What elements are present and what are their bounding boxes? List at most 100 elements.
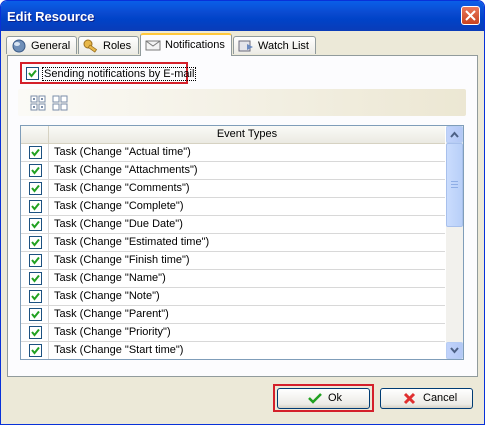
event-type-row[interactable]: Task (Change "Due Date") (21, 216, 445, 234)
event-type-checkbox[interactable] (29, 344, 42, 357)
event-types-grid: Event Types Task (Change "Actual time") T… (20, 125, 464, 360)
event-type-row[interactable]: Task (Change "Note") (21, 288, 445, 306)
grid-toolbar (18, 89, 466, 116)
checkmark-icon (31, 346, 40, 355)
key-icon (83, 39, 98, 53)
grip-line (451, 184, 458, 185)
row-checkbox-cell (21, 288, 49, 305)
event-type-checkbox[interactable] (29, 272, 42, 285)
event-type-label: Task (Change "Start time") (54, 344, 184, 356)
checkmark-icon (31, 202, 40, 211)
event-type-label: Task (Change "Priority") (54, 326, 171, 338)
window-title: Edit Resource (7, 9, 95, 24)
close-icon (465, 10, 476, 21)
scroll-up-button[interactable] (446, 126, 463, 143)
grip-line (451, 187, 458, 188)
header-checkbox-column[interactable] (21, 126, 49, 143)
checkmark-icon (31, 148, 40, 157)
event-type-label: Task (Change "Estimated time") (54, 236, 210, 248)
event-type-row[interactable]: Task (Change "Comments") (21, 180, 445, 198)
tab-roles-label: Roles (103, 40, 132, 52)
chevron-up-icon (450, 131, 459, 138)
row-checkbox-cell (21, 270, 49, 287)
event-type-row[interactable]: Task (Change "Estimated time") (21, 234, 445, 252)
event-type-checkbox[interactable] (29, 236, 42, 249)
event-types-header[interactable]: Event Types (49, 128, 445, 140)
scroll-thumb[interactable] (446, 143, 463, 227)
event-type-label: Task (Change "Attachments") (54, 164, 198, 176)
event-type-checkbox[interactable] (29, 254, 42, 267)
event-type-checkbox[interactable] (29, 200, 42, 213)
checkmark-icon (31, 256, 40, 265)
event-type-label: Task (Change "Name") (54, 272, 166, 284)
event-type-label: Task (Change "Complete") (54, 200, 184, 212)
event-type-row[interactable]: Task (Change "Start time") (21, 342, 445, 359)
cancel-label: Cancel (423, 392, 458, 404)
dialog-body: General Roles Notifications Watch List S… (4, 31, 481, 421)
grid-header: Event Types (21, 126, 445, 144)
row-checkbox-cell (21, 162, 49, 179)
event-type-row[interactable]: Task (Change "Finish time") (21, 252, 445, 270)
email-notifications-option[interactable]: Sending notifications by E-mail (20, 62, 197, 84)
event-type-checkbox[interactable] (29, 290, 42, 303)
tab-notifications-label: Notifications (165, 39, 225, 51)
checkmark-icon (31, 274, 40, 283)
uncheck-all-icon[interactable] (52, 95, 68, 111)
chevron-down-icon (450, 347, 459, 354)
event-type-checkbox[interactable] (29, 218, 42, 231)
event-type-row[interactable]: Task (Change "Parent") (21, 306, 445, 324)
event-type-row[interactable]: Task (Change "Priority") (21, 324, 445, 342)
event-type-checkbox[interactable] (29, 164, 42, 177)
event-type-row[interactable]: Task (Change "Actual time") (21, 144, 445, 162)
row-checkbox-cell (21, 342, 49, 359)
event-type-row[interactable]: Task (Change "Name") (21, 270, 445, 288)
email-notifications-checkbox[interactable] (26, 67, 39, 80)
event-type-label: Task (Change "Note") (54, 290, 160, 302)
event-type-label: Task (Change "Due Date") (54, 218, 183, 230)
checkmark-icon (31, 220, 40, 229)
close-button[interactable] (461, 6, 480, 25)
event-type-row[interactable]: Task (Change "Attachments") (21, 162, 445, 180)
scroll-down-button[interactable] (446, 342, 463, 359)
row-checkbox-cell (21, 198, 49, 215)
checkmark-icon (31, 184, 40, 193)
vertical-scrollbar[interactable] (446, 126, 463, 359)
tab-general-label: General (31, 40, 71, 52)
event-type-label: Task (Change "Actual time") (54, 146, 191, 158)
event-type-label: Task (Change "Parent") (54, 308, 169, 320)
row-checkbox-cell (21, 252, 49, 269)
checkmark-icon (28, 69, 37, 78)
globe-icon (12, 39, 26, 53)
event-type-label: Task (Change "Comments") (54, 182, 190, 194)
row-checkbox-cell (21, 216, 49, 233)
checkmark-icon (31, 310, 40, 319)
grip-line (451, 181, 458, 182)
row-checkbox-cell (21, 144, 49, 161)
email-notifications-label[interactable]: Sending notifications by E-mail (42, 67, 197, 81)
row-checkbox-cell (21, 180, 49, 197)
tab-general[interactable]: General (6, 36, 77, 54)
watch-list-icon (238, 40, 253, 52)
event-type-checkbox[interactable] (29, 182, 42, 195)
edit-resource-dialog: Edit Resource General Roles Notification… (0, 0, 485, 425)
event-type-checkbox[interactable] (29, 308, 42, 321)
tab-notifications[interactable]: Notifications (140, 33, 232, 56)
checkmark-icon (31, 292, 40, 301)
row-checkbox-cell (21, 306, 49, 323)
checkmark-icon (31, 328, 40, 337)
cancel-button[interactable]: Cancel (380, 388, 473, 409)
row-checkbox-cell (21, 234, 49, 251)
event-type-checkbox[interactable] (29, 146, 42, 159)
event-type-checkbox[interactable] (29, 326, 42, 339)
title-bar[interactable]: Edit Resource (1, 1, 484, 31)
event-type-label: Task (Change "Finish time") (54, 254, 190, 266)
row-checkbox-cell (21, 324, 49, 341)
tab-watch-list-label: Watch List (258, 40, 309, 52)
envelope-icon (145, 40, 161, 51)
checkmark-icon (31, 166, 40, 175)
ok-button-highlight (273, 384, 374, 412)
event-type-row[interactable]: Task (Change "Complete") (21, 198, 445, 216)
tab-watch-list[interactable]: Watch List (233, 36, 316, 54)
check-all-icon[interactable] (30, 95, 46, 111)
tab-roles[interactable]: Roles (78, 36, 139, 54)
